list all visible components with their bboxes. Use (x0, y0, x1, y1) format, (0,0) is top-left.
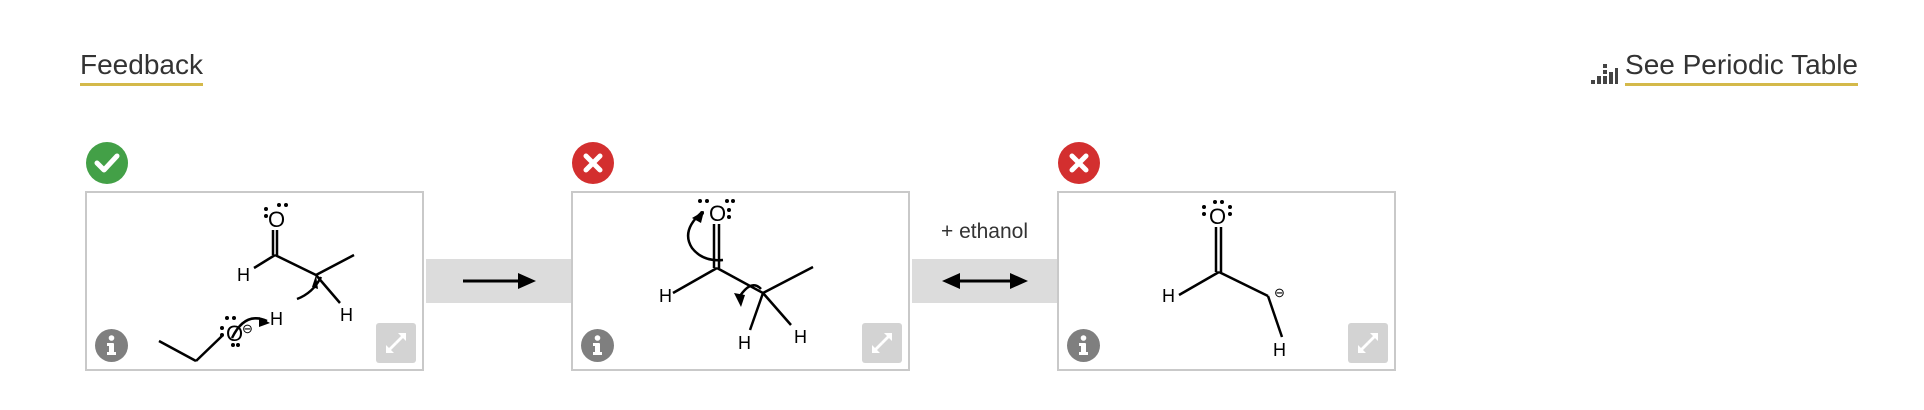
info-icon (1079, 335, 1088, 355)
check-circle-icon (86, 142, 128, 184)
bar-chart-icon (1591, 63, 1619, 84)
mechanism-step-3-panel[interactable]: O H H ⊖ (1057, 191, 1396, 371)
atom-label: O (709, 201, 726, 226)
info-button[interactable] (1067, 329, 1100, 362)
atom-label: O (268, 207, 285, 232)
mechanism-step-2-panel[interactable]: O H H H (571, 191, 910, 371)
atom-label: H (237, 265, 250, 285)
connector-label: + ethanol (941, 220, 1028, 243)
atom-label: O (226, 321, 243, 346)
molecule-structure: O H H H (659, 199, 814, 353)
x-circle-icon (572, 142, 614, 184)
expand-icon (1358, 333, 1378, 353)
charge-label: ⊖ (1274, 285, 1285, 300)
resonance-arrow-connector (912, 259, 1057, 303)
expand-button[interactable] (1348, 323, 1388, 363)
atom-label: H (794, 327, 807, 347)
mechanism-step-1-panel[interactable]: O H H O H ⊖ (85, 191, 424, 371)
info-button[interactable] (581, 329, 614, 362)
step-2-status-incorrect (571, 141, 615, 185)
atom-label: H (1162, 286, 1175, 306)
expand-button[interactable] (376, 323, 416, 363)
see-periodic-table-link[interactable]: See Periodic Table (1625, 49, 1858, 86)
atom-label: H (659, 286, 672, 306)
expand-button[interactable] (862, 323, 902, 363)
info-icon (107, 335, 116, 355)
atom-label: H (270, 309, 283, 329)
info-icon (593, 335, 602, 355)
x-circle-icon (1058, 142, 1100, 184)
right-arrow-icon (463, 273, 536, 289)
molecule-structure: O H H O H ⊖ (158, 203, 355, 363)
feedback-link[interactable]: Feedback (80, 49, 203, 86)
atom-label: H (1273, 340, 1286, 360)
reaction-arrow-connector (426, 259, 571, 303)
molecule-structure: O H H ⊖ (1162, 200, 1286, 360)
charge-label: ⊖ (242, 321, 253, 336)
atom-label: H (738, 333, 751, 353)
periodic-table-control[interactable]: See Periodic Table (1589, 49, 1858, 86)
expand-icon (386, 333, 406, 353)
atom-label: O (1209, 204, 1226, 229)
step-1-status-correct (85, 141, 129, 185)
step-3-status-incorrect (1057, 141, 1101, 185)
info-button[interactable] (95, 329, 128, 362)
double-headed-arrow-icon (942, 273, 1028, 289)
expand-icon (872, 333, 892, 353)
atom-label: H (340, 305, 353, 325)
